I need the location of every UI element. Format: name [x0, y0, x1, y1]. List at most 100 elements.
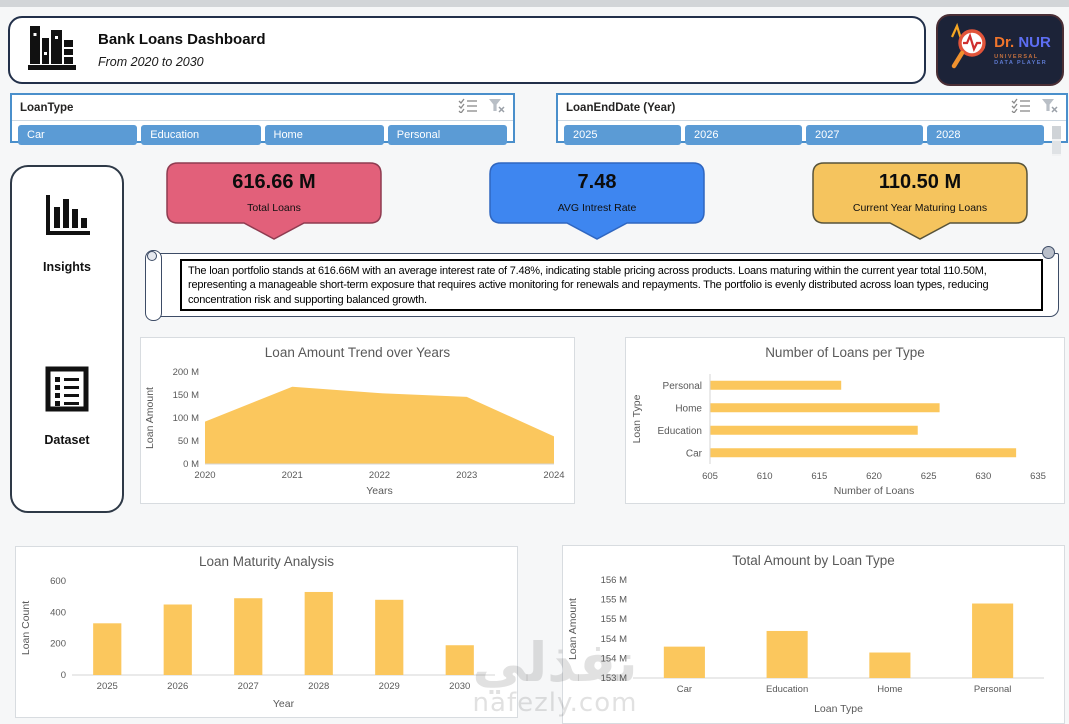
svg-text:2026: 2026 [167, 681, 188, 692]
horizontal-bar-chart[interactable]: PersonalHomeEducationCar6056106156206256… [626, 366, 1064, 498]
magnifier-heartbeat-icon [949, 21, 989, 80]
chart-title: Total Amount by Loan Type [563, 546, 1064, 574]
dashboard-canvas: Bank Loans Dashboard From 2020 to 2030 D… [0, 0, 1069, 724]
svg-text:153 M: 153 M [601, 673, 627, 684]
page-subtitle: From 2020 to 2030 [98, 55, 266, 69]
svg-text:Loan Amount: Loan Amount [144, 387, 156, 449]
multi-select-icon[interactable] [458, 98, 478, 118]
svg-text:2028: 2028 [308, 681, 329, 692]
svg-text:Loan Count: Loan Count [20, 601, 32, 655]
svg-text:Personal: Personal [663, 381, 702, 392]
svg-text:154 M: 154 M [601, 634, 627, 645]
chart-title: Number of Loans per Type [626, 338, 1064, 366]
sidebar-item-insights[interactable]: Insights [43, 193, 91, 274]
svg-text:200 M: 200 M [173, 367, 199, 378]
multi-select-icon[interactable] [1011, 98, 1031, 118]
slicer-item-2027[interactable]: 2027 [806, 125, 923, 145]
svg-text:635: 635 [1030, 471, 1046, 482]
list-icon [44, 366, 90, 417]
svg-text:2025: 2025 [97, 681, 118, 692]
slicer-item-personal[interactable]: Personal [388, 125, 507, 145]
svg-text:200: 200 [50, 639, 66, 650]
svg-text:155 M: 155 M [601, 614, 627, 625]
slicer-item-2026[interactable]: 2026 [685, 125, 802, 145]
svg-text:400: 400 [50, 607, 66, 618]
svg-text:150 M: 150 M [173, 390, 199, 401]
books-icon [26, 22, 80, 79]
svg-text:Car: Car [686, 448, 703, 459]
slicer-loantype: LoanType [10, 93, 515, 143]
slicer-item-education[interactable]: Education [141, 125, 260, 145]
slicer-loantype-title: LoanType [20, 102, 73, 114]
svg-text:2027: 2027 [238, 681, 259, 692]
kpi-card-total-loans: 616.66 M Total Loans [166, 162, 382, 242]
svg-text:Home: Home [877, 684, 902, 695]
svg-text:Education: Education [766, 684, 808, 695]
svg-text:2029: 2029 [379, 681, 400, 692]
svg-text:Personal: Personal [974, 684, 1012, 695]
svg-text:Number of Loans: Number of Loans [834, 485, 915, 497]
bar-chart-icon [43, 193, 91, 244]
brand-main: NUR [1018, 34, 1051, 51]
column-chart[interactable]: 153 M154 M154 M155 M155 M156 MCarEducati… [563, 574, 1064, 716]
svg-text:Years: Years [366, 485, 392, 497]
header-panel: Bank Loans Dashboard From 2020 to 2030 [8, 16, 926, 84]
scroll-curl-icon [1042, 246, 1055, 259]
kpi-value: 110.50 M [812, 171, 1028, 194]
svg-text:2023: 2023 [456, 470, 477, 481]
narrative-scroll-shape: The loan portfolio stands at 616.66M wit… [145, 243, 1065, 327]
svg-text:630: 630 [975, 471, 991, 482]
chart-title: Loan Maturity Analysis [16, 547, 517, 575]
chart-panel-loans-per-type: Number of Loans per Type PersonalHomeEdu… [625, 337, 1065, 504]
svg-text:610: 610 [757, 471, 773, 482]
kpi-value: 7.48 [489, 171, 705, 194]
svg-text:625: 625 [921, 471, 937, 482]
chart-panel-amount-by-type: Total Amount by Loan Type 153 M154 M154 … [562, 545, 1065, 724]
svg-text:600: 600 [50, 576, 66, 587]
svg-text:100 M: 100 M [173, 413, 199, 424]
clear-filter-icon[interactable] [488, 98, 505, 118]
svg-text:Car: Car [677, 684, 692, 695]
slicer-loanenddate: LoanEndDate (Year) [556, 93, 1068, 143]
svg-text:155 M: 155 M [601, 595, 627, 606]
slicer-scrollbar[interactable] [1052, 126, 1061, 156]
kpi-card-avg-interest-rate: 7.48 AVG Intrest Rate [489, 162, 705, 242]
sidebar-item-dataset[interactable]: Dataset [44, 366, 90, 447]
top-strip [0, 0, 1069, 7]
brand-name: Dr. NUR [994, 34, 1051, 51]
nav-sidebar: Insights Dataset [10, 165, 124, 513]
column-chart[interactable]: 0 200 400 600 2025 2026 2027 2028 2029 2030 Year Lo… [16, 575, 517, 711]
kpi-label: AVG Intrest Rate [489, 202, 705, 214]
svg-text:615: 615 [811, 471, 827, 482]
slicer-item-car[interactable]: Car [18, 125, 137, 145]
slicer-loanenddate-title: LoanEndDate (Year) [566, 102, 675, 114]
svg-text:0: 0 [61, 670, 66, 681]
slicer-item-2025[interactable]: 2025 [564, 125, 681, 145]
svg-text:2022: 2022 [369, 470, 390, 481]
svg-text:2021: 2021 [282, 470, 303, 481]
kpi-label: Total Loans [166, 202, 382, 214]
svg-text:2020: 2020 [194, 470, 215, 481]
brand-prefix: Dr. [994, 34, 1014, 51]
chart-title: Loan Amount Trend over Years [141, 338, 574, 366]
svg-text:Loan Type: Loan Type [631, 394, 643, 443]
brand-badge: Dr. NUR UNIVERSAL DATA PLAYER [936, 14, 1064, 86]
narrative-text: The loan portfolio stands at 616.66M wit… [180, 259, 1043, 311]
slicer-item-home[interactable]: Home [265, 125, 384, 145]
svg-text:Loan Amount: Loan Amount [567, 598, 579, 660]
svg-text:156 M: 156 M [601, 575, 627, 586]
svg-text:Loan Type: Loan Type [814, 703, 863, 715]
kpi-value: 616.66 M [166, 171, 382, 194]
svg-text:0 M: 0 M [183, 459, 199, 470]
page-title: Bank Loans Dashboard [98, 31, 266, 48]
chart-panel-loan-trend: Loan Amount Trend over Years 0 M50 M100 … [140, 337, 575, 504]
slicer-item-2028[interactable]: 2028 [927, 125, 1044, 145]
brand-tagline-2: DATA PLAYER [994, 60, 1051, 66]
area-chart[interactable]: 0 M50 M100 M150 M200 M202020212022202320… [141, 366, 574, 498]
clear-filter-icon[interactable] [1041, 98, 1058, 118]
chart-panel-loan-maturity: Loan Maturity Analysis 0 200 400 600 2025 202… [15, 546, 518, 718]
sidebar-item-label: Dataset [44, 433, 89, 447]
svg-text:Year: Year [273, 698, 295, 710]
svg-text:2030: 2030 [449, 681, 470, 692]
sidebar-item-label: Insights [43, 260, 91, 274]
